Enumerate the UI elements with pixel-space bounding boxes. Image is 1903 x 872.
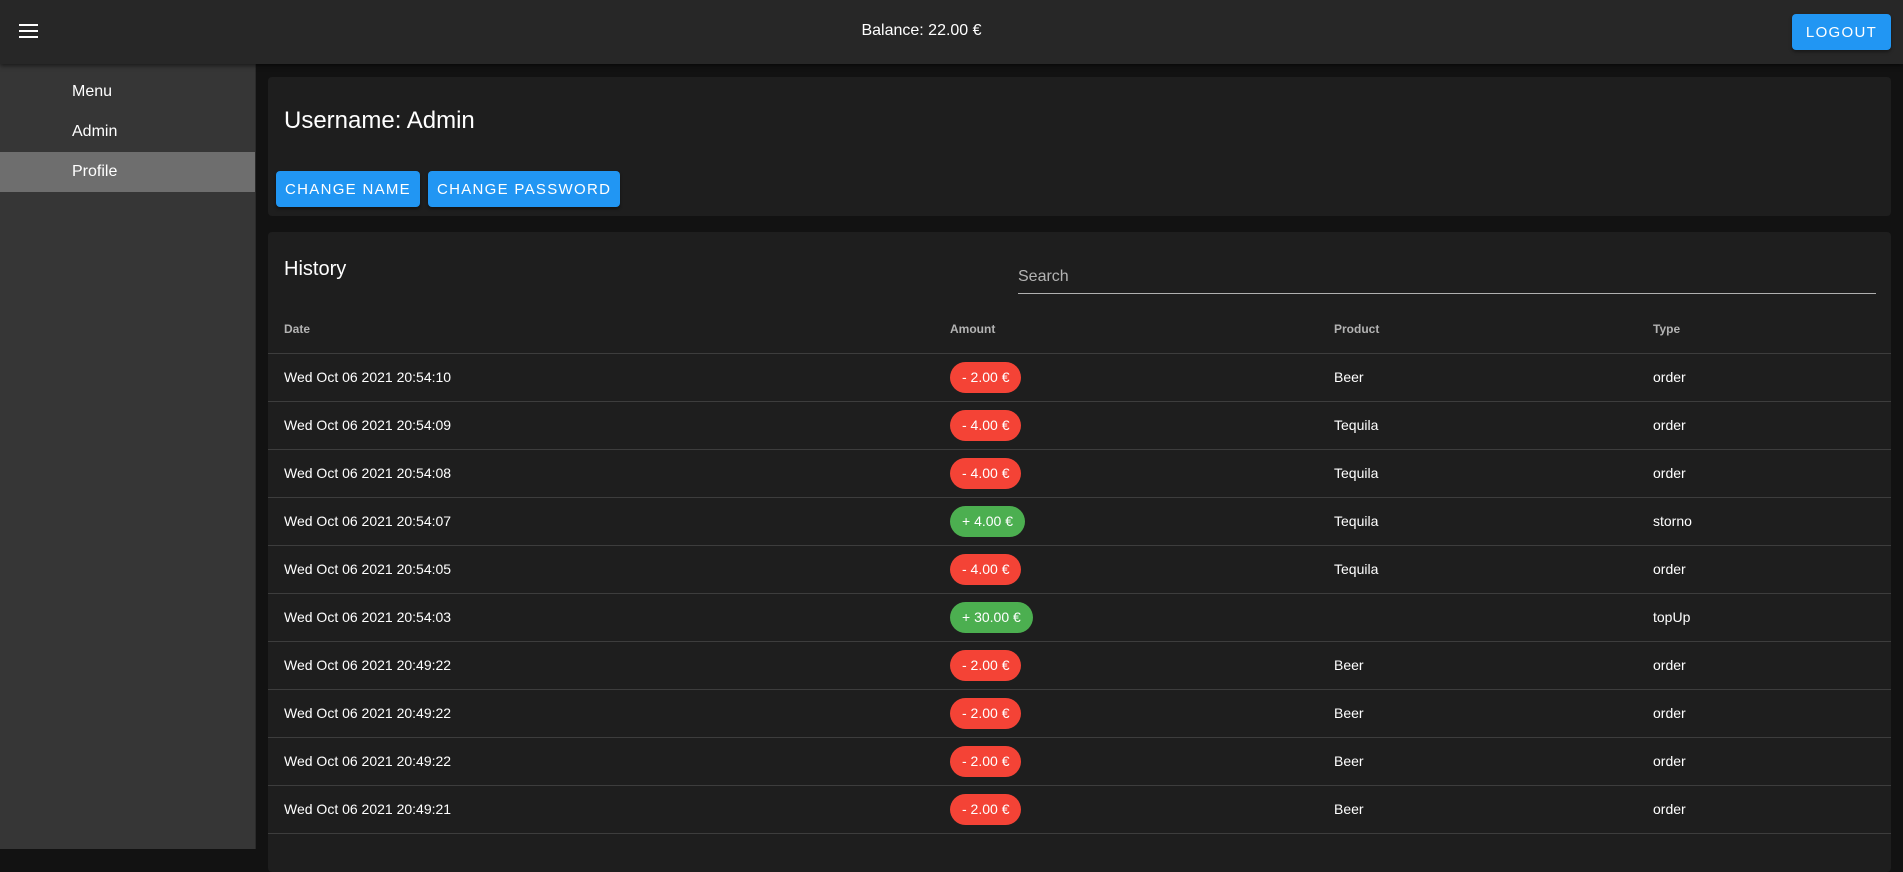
cell-amount: - 2.00 € xyxy=(934,737,1318,786)
cell-type: order xyxy=(1637,785,1891,834)
cell-type: order xyxy=(1637,401,1891,450)
change-password-button[interactable]: Change Password xyxy=(427,171,621,207)
balance-display: Balance: 22.00 € xyxy=(861,22,982,39)
column-header-product[interactable]: Product xyxy=(1318,305,1637,354)
table-header-row: Date Amount Product Type xyxy=(268,305,1891,354)
change-name-button[interactable]: Change Name xyxy=(276,171,420,207)
cell-type: order xyxy=(1637,689,1891,738)
table-row[interactable]: Wed Oct 06 2021 20:49:22 - 2.00 € Beer o… xyxy=(268,737,1891,786)
cell-date: Wed Oct 06 2021 20:54:05 xyxy=(268,545,934,594)
cell-type: storno xyxy=(1637,497,1891,546)
history-table: Date Amount Product Type Wed Oct 06 2021… xyxy=(268,305,1891,834)
amount-chip: + 4.00 € xyxy=(950,505,1025,537)
table-row[interactable]: Wed Oct 06 2021 20:49:21 - 2.00 € Beer o… xyxy=(268,785,1891,834)
amount-chip: - 2.00 € xyxy=(950,361,1022,393)
logout-button[interactable]: Logout xyxy=(1792,14,1891,50)
cell-date: Wed Oct 06 2021 20:54:09 xyxy=(268,401,934,450)
sidebar-item-menu[interactable]: Menu xyxy=(0,72,255,112)
cell-type: order xyxy=(1637,545,1891,594)
main-content: Username: Admin Change Name Change Passw… xyxy=(256,64,1903,872)
table-row[interactable]: Wed Oct 06 2021 20:54:03 + 30.00 € topUp xyxy=(268,593,1891,642)
cell-date: Wed Oct 06 2021 20:54:08 xyxy=(268,449,934,498)
cell-product: Tequila xyxy=(1318,497,1637,546)
sidebar-item-profile[interactable]: Profile xyxy=(0,152,255,192)
cell-date: Wed Oct 06 2021 20:54:10 xyxy=(268,353,934,402)
sidebar: Menu Admin Profile xyxy=(0,64,256,849)
profile-card: Username: Admin Change Name Change Passw… xyxy=(268,77,1891,216)
cell-product: Beer xyxy=(1318,737,1637,786)
cell-type: topUp xyxy=(1637,593,1891,642)
amount-chip: - 2.00 € xyxy=(950,793,1022,825)
cell-amount: - 4.00 € xyxy=(934,449,1318,498)
table-row[interactable]: Wed Oct 06 2021 20:54:07 + 4.00 € Tequil… xyxy=(268,497,1891,546)
column-header-date[interactable]: Date xyxy=(268,305,934,354)
cell-product: Tequila xyxy=(1318,449,1637,498)
cell-product: Beer xyxy=(1318,689,1637,738)
table-row[interactable]: Wed Oct 06 2021 20:54:10 - 2.00 € Beer o… xyxy=(268,353,1891,402)
cell-date: Wed Oct 06 2021 20:54:03 xyxy=(268,593,934,642)
table-row[interactable]: Wed Oct 06 2021 20:54:08 - 4.00 € Tequil… xyxy=(268,449,1891,498)
username-heading: Username: Admin xyxy=(284,107,475,134)
table-row[interactable]: Wed Oct 06 2021 20:49:22 - 2.00 € Beer o… xyxy=(268,689,1891,738)
cell-amount: - 2.00 € xyxy=(934,689,1318,738)
cell-amount: - 4.00 € xyxy=(934,401,1318,450)
cell-date: Wed Oct 06 2021 20:54:07 xyxy=(268,497,934,546)
history-title: History xyxy=(284,258,347,280)
cell-amount: + 4.00 € xyxy=(934,497,1318,546)
cell-type: order xyxy=(1637,737,1891,786)
amount-chip: - 2.00 € xyxy=(950,745,1022,777)
cell-product xyxy=(1318,593,1637,642)
sidebar-item-admin[interactable]: Admin xyxy=(0,112,255,152)
cell-product: Beer xyxy=(1318,785,1637,834)
table-row[interactable]: Wed Oct 06 2021 20:49:22 - 2.00 € Beer o… xyxy=(268,641,1891,690)
amount-chip: - 2.00 € xyxy=(950,649,1022,681)
cell-type: order xyxy=(1637,353,1891,402)
table-row[interactable]: Wed Oct 06 2021 20:54:09 - 4.00 € Tequil… xyxy=(268,401,1891,450)
cell-amount: - 4.00 € xyxy=(934,545,1318,594)
cell-product: Beer xyxy=(1318,353,1637,402)
app-bar: Balance: 22.00 € Logout xyxy=(0,0,1903,64)
cell-amount: - 2.00 € xyxy=(934,785,1318,834)
cell-amount: + 30.00 € xyxy=(934,593,1318,642)
column-header-type[interactable]: Type xyxy=(1637,305,1891,354)
amount-chip: - 2.00 € xyxy=(950,697,1022,729)
cell-type: order xyxy=(1637,641,1891,690)
search-input[interactable] xyxy=(1018,262,1876,292)
amount-chip: + 30.00 € xyxy=(950,601,1033,633)
cell-date: Wed Oct 06 2021 20:49:22 xyxy=(268,641,934,690)
cell-date: Wed Oct 06 2021 20:49:22 xyxy=(268,689,934,738)
amount-chip: - 4.00 € xyxy=(950,409,1022,441)
cell-product: Tequila xyxy=(1318,401,1637,450)
amount-chip: - 4.00 € xyxy=(950,457,1022,489)
search-field xyxy=(1018,262,1876,294)
table-row[interactable]: Wed Oct 06 2021 20:54:05 - 4.00 € Tequil… xyxy=(268,545,1891,594)
cell-date: Wed Oct 06 2021 20:49:22 xyxy=(268,737,934,786)
cell-product: Tequila xyxy=(1318,545,1637,594)
cell-amount: - 2.00 € xyxy=(934,641,1318,690)
cell-date: Wed Oct 06 2021 20:49:21 xyxy=(268,785,934,834)
history-table-body: Wed Oct 06 2021 20:54:10 - 2.00 € Beer o… xyxy=(268,353,1891,834)
cell-product: Beer xyxy=(1318,641,1637,690)
history-card: History Date Amount Product Type Wed Oct… xyxy=(268,232,1891,872)
amount-chip: - 4.00 € xyxy=(950,553,1022,585)
cell-type: order xyxy=(1637,449,1891,498)
column-header-amount[interactable]: Amount xyxy=(934,305,1318,354)
cell-amount: - 2.00 € xyxy=(934,353,1318,402)
profile-actions: Change Name Change Password xyxy=(276,171,621,207)
